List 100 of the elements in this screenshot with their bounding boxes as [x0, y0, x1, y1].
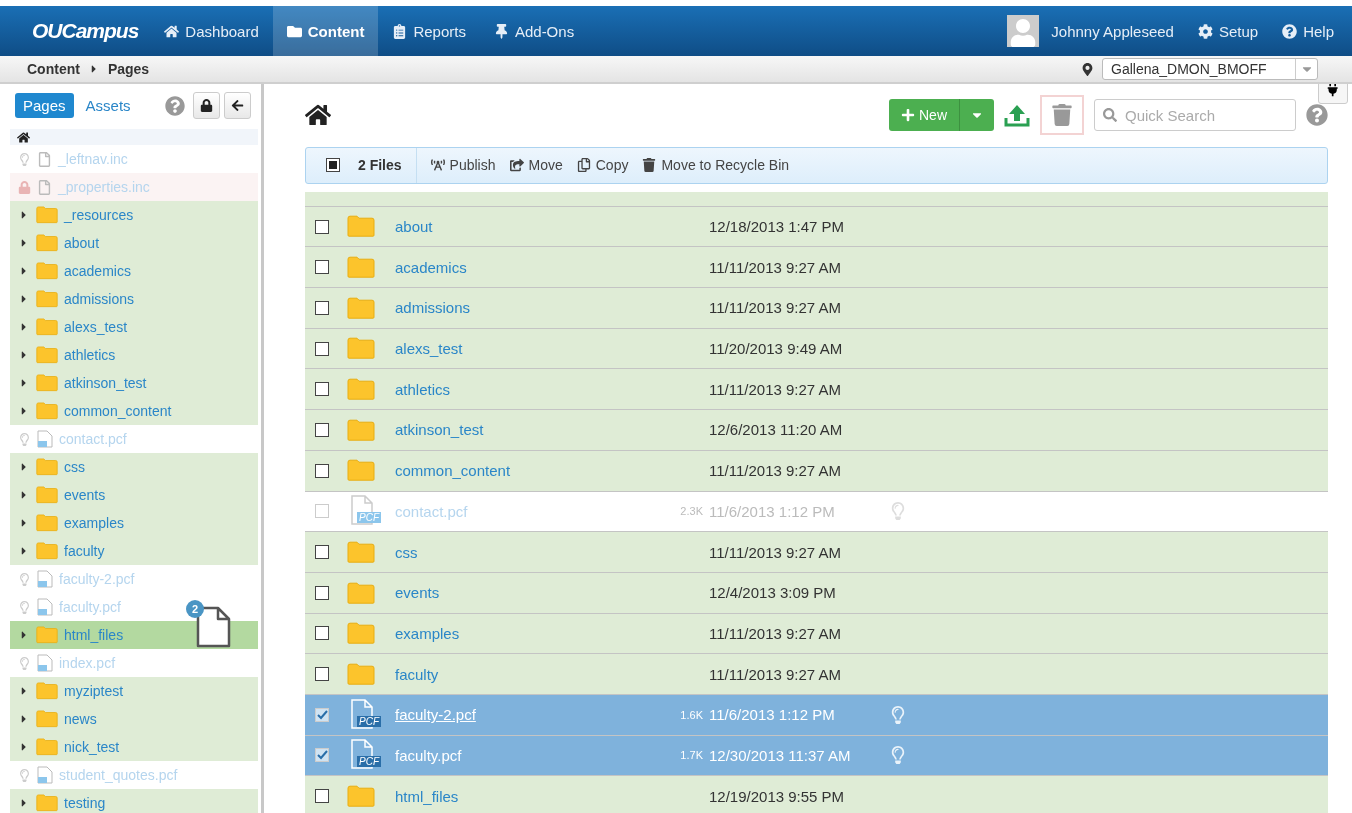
nav-tab[interactable]: Add-Ons [479, 6, 589, 56]
avatar[interactable] [1007, 15, 1040, 47]
row-checkbox[interactable] [315, 667, 329, 682]
logo[interactable]: OUCampus [14, 19, 151, 43]
tree-item[interactable]: examples [10, 509, 258, 537]
action-icon [509, 158, 524, 173]
nav-tab[interactable]: Content [272, 6, 379, 56]
file-name[interactable]: academics [395, 258, 655, 276]
setup-link[interactable]: Setup [1185, 22, 1271, 40]
file-name[interactable]: faculty.pcf [395, 746, 655, 764]
row-checkbox[interactable] [315, 300, 329, 315]
back-button[interactable] [224, 92, 251, 119]
recycle-bin-button[interactable] [1040, 95, 1084, 136]
tree-item[interactable]: admissions [10, 285, 258, 313]
folder-icon [347, 662, 375, 686]
file-name[interactable]: html_files [395, 787, 655, 805]
row-checkbox[interactable] [315, 341, 329, 356]
file-name[interactable]: athletics [395, 380, 655, 398]
nav-tab[interactable]: Dashboard [150, 6, 273, 56]
file-row[interactable]: html_files 12/19/2013 9:55 PM [305, 776, 1328, 813]
file-row[interactable]: atkinson_test 12/6/2013 11:20 AM [305, 410, 1328, 451]
lock-button[interactable] [193, 92, 220, 119]
tree-item[interactable]: atkinson_test [10, 369, 258, 397]
row-checkbox[interactable] [315, 789, 329, 804]
file-name[interactable]: examples [395, 624, 655, 642]
nav-icon [286, 23, 302, 39]
tree-item[interactable]: athletics [10, 341, 258, 369]
file-name[interactable]: admissions [395, 299, 655, 317]
new-button[interactable]: New [889, 99, 994, 132]
file-name[interactable]: events [395, 584, 655, 602]
tree-item[interactable]: academics [10, 257, 258, 285]
row-checkbox[interactable] [315, 382, 329, 397]
file-row[interactable]: academics 11/11/2013 9:27 AM [305, 247, 1328, 289]
action-link[interactable]: Move to Recycle Bin [642, 157, 790, 174]
file-row[interactable]: PCF faculty.pcf 1.7K 12/30/2013 11:37 AM [305, 735, 1328, 777]
file-name[interactable]: faculty-2.pcf [395, 706, 655, 724]
file-name[interactable]: alexs_test [395, 340, 655, 358]
help-icon [1282, 23, 1298, 39]
upload-icon[interactable] [1004, 103, 1030, 128]
check-icon [316, 750, 328, 761]
tree-item[interactable]: css [10, 453, 258, 481]
folder-icon [36, 626, 58, 644]
row-checkbox[interactable] [315, 422, 329, 437]
plus-icon [901, 108, 915, 123]
file-name[interactable]: faculty [395, 665, 655, 683]
file-row[interactable]: common_content 11/11/2013 9:27 AM [305, 450, 1328, 492]
select-all-checkbox[interactable] [326, 158, 340, 173]
home-icon [17, 130, 30, 144]
file-row[interactable]: about 12/18/2013 1:47 PM [305, 206, 1328, 248]
file-row[interactable]: alexs_test 11/20/2013 9:49 AM [305, 328, 1328, 370]
help-icon[interactable] [165, 95, 185, 116]
tree-item[interactable]: alexs_test [10, 313, 258, 341]
tree-item[interactable]: _resources [10, 201, 258, 229]
file-row[interactable]: faculty 11/11/2013 9:27 AM [305, 654, 1328, 695]
breadcrumb-item[interactable]: Content [27, 61, 80, 77]
breadcrumb-item[interactable]: Pages [107, 61, 150, 77]
site-select[interactable]: Gallena_DMON_BMOFF [1102, 58, 1318, 80]
tree-item[interactable]: about [10, 229, 258, 257]
nav-tab[interactable]: Reports [378, 6, 480, 56]
folder-icon [347, 622, 375, 645]
file-name[interactable]: common_content [395, 462, 655, 480]
modified-date: 12/6/2013 11:20 AM [709, 421, 844, 439]
file-row[interactable]: examples 11/11/2013 9:27 AM [305, 613, 1328, 655]
file-row[interactable]: PCF faculty-2.pcf 1.6K 11/6/2013 1:12 PM [305, 694, 1328, 736]
action-link[interactable]: Copy [576, 157, 629, 174]
file-name[interactable]: atkinson_test [395, 421, 655, 439]
row-checkbox[interactable] [315, 463, 329, 478]
folder-icon [36, 290, 58, 308]
file-row[interactable]: admissions 11/11/2013 9:27 AM [305, 288, 1328, 329]
tree-item[interactable]: common_content [10, 397, 258, 425]
file-row[interactable]: events 12/4/2013 3:09 PM [305, 572, 1328, 614]
tree-item[interactable]: events [10, 481, 258, 509]
nav-icon [493, 23, 509, 39]
modified-date: 11/11/2013 9:27 AM [709, 462, 843, 480]
tree-item[interactable]: nick_test [10, 733, 258, 761]
plug-button[interactable] [1318, 84, 1348, 104]
search-field[interactable]: Quick Search [1094, 99, 1296, 132]
tree-item[interactable]: testing [10, 789, 258, 813]
help-link[interactable]: Help [1270, 22, 1352, 40]
tree-item[interactable]: faculty [10, 537, 258, 565]
row-checkbox[interactable] [315, 585, 329, 600]
file-row[interactable]: css 11/11/2013 9:27 AM [305, 532, 1328, 573]
document-icon [37, 151, 52, 167]
user-name[interactable]: Johnny Appleseed [1039, 22, 1186, 40]
file-name[interactable]: css [395, 543, 655, 561]
row-checkbox[interactable] [315, 219, 329, 234]
action-link[interactable]: Move [509, 157, 563, 174]
row-checkbox[interactable] [315, 260, 329, 275]
sidebar-tab[interactable]: Pages [15, 93, 74, 118]
modified-date: 11/6/2013 1:12 PM [709, 502, 836, 520]
tree-item[interactable]: myziptest [10, 677, 258, 705]
file-name[interactable]: about [395, 218, 655, 236]
folder-icon [36, 794, 58, 812]
action-link[interactable]: Publish [430, 157, 496, 174]
sidebar-tab[interactable]: Assets [77, 93, 139, 118]
file-row[interactable]: athletics 11/11/2013 9:27 AM [305, 369, 1328, 411]
row-checkbox[interactable] [315, 626, 329, 641]
row-checkbox[interactable] [315, 545, 329, 560]
modified-date: 11/11/2013 9:27 AM [709, 258, 843, 276]
tree-item[interactable]: news [10, 705, 258, 733]
